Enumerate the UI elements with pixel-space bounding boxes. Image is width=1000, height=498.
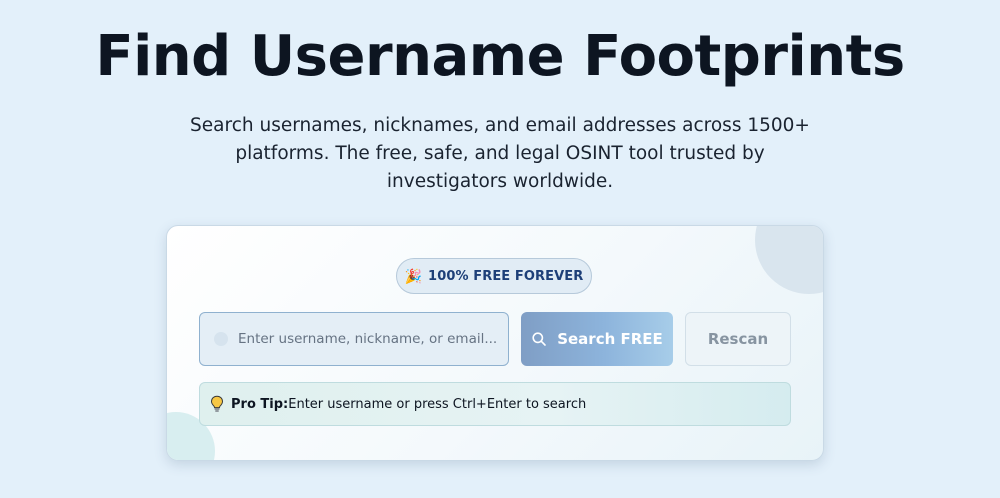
pro-tip-label: Pro Tip: <box>231 396 289 412</box>
party-popper-icon: 🎉 <box>404 268 423 284</box>
lightbulb-icon <box>210 395 224 413</box>
search-input-wrapper <box>199 312 509 366</box>
search-icon <box>531 331 547 347</box>
page: Find Username Footprints Search username… <box>0 0 1000 498</box>
rescan-button-label: Rescan <box>707 330 769 348</box>
pro-tip-text: Enter username or press Ctrl+Enter to se… <box>288 396 587 412</box>
search-card: 🎉 100% FREE FOREVER Search FREE Rescan <box>166 225 824 461</box>
decorative-circle-top-right <box>755 226 823 294</box>
hero-subtitle: Search usernames, nicknames, and email a… <box>190 115 810 192</box>
search-free-button-label: Search FREE <box>557 330 663 348</box>
search-input[interactable] <box>238 331 498 347</box>
free-badge-label: 100% FREE FOREVER <box>428 268 584 284</box>
hero-title: Find Username Footprints <box>95 24 905 89</box>
pro-tip-bar: Pro Tip: Enter username or press Ctrl+En… <box>199 382 791 426</box>
rescan-button[interactable]: Rescan <box>685 312 791 366</box>
input-decoration-dot <box>214 332 228 346</box>
search-free-button[interactable]: Search FREE <box>521 312 673 366</box>
free-badge: 🎉 100% FREE FOREVER <box>396 258 592 294</box>
